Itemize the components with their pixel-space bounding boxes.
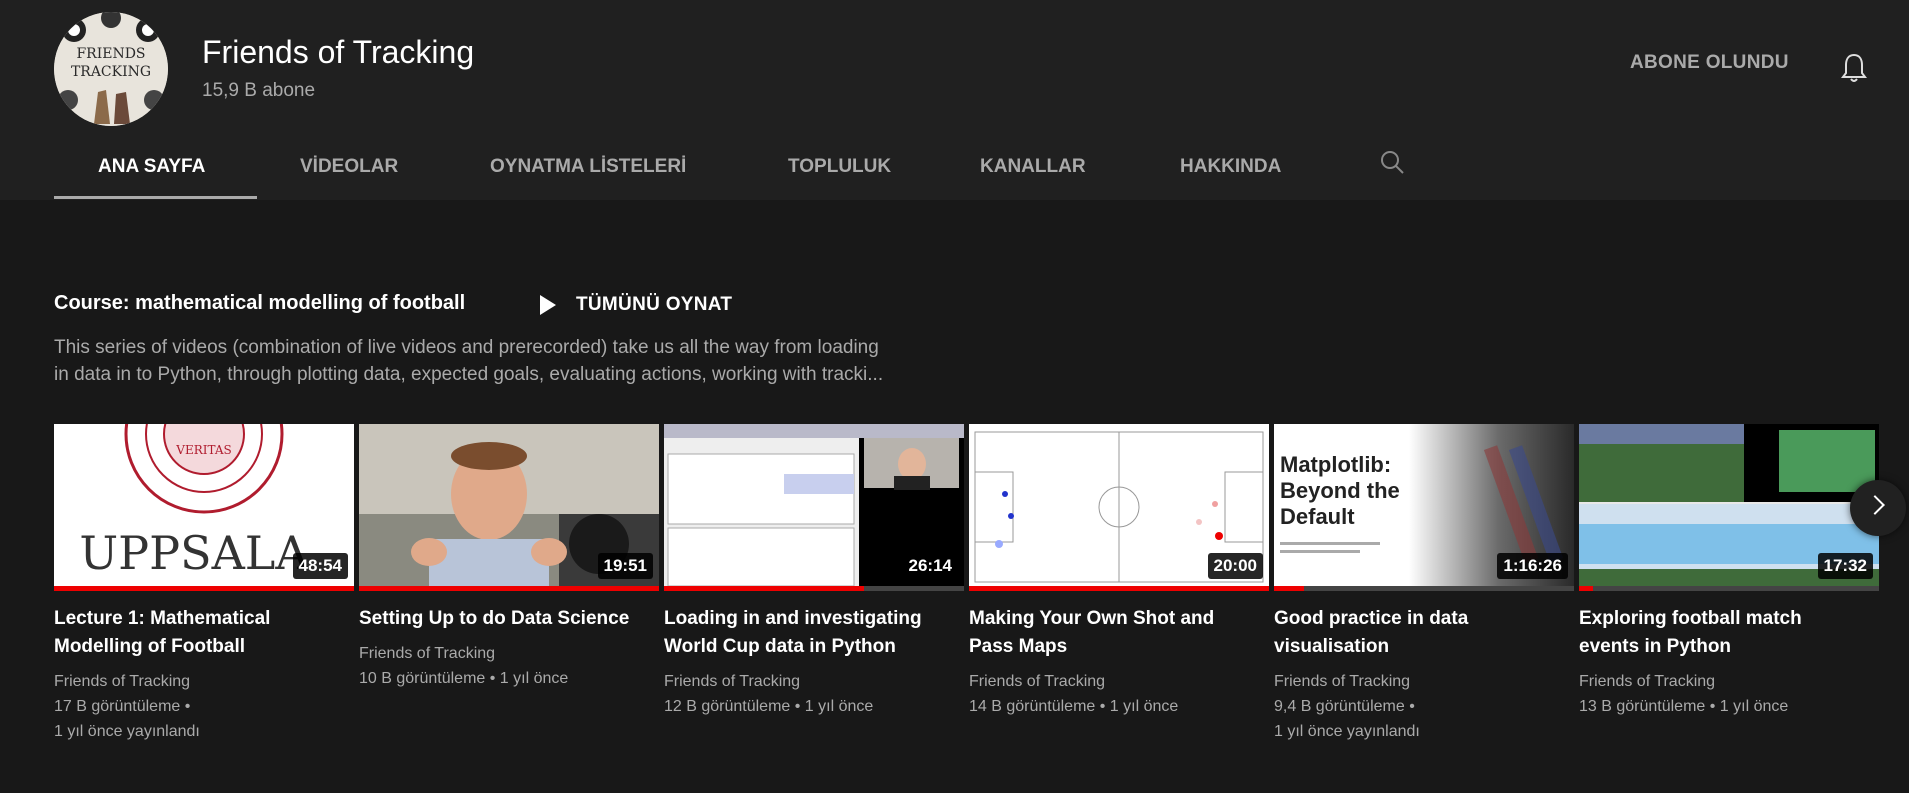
video-thumbnail[interactable]: 19:51 xyxy=(359,424,659,591)
video-title[interactable]: Making Your Own Shot and Pass Maps xyxy=(969,605,1269,661)
tab-channels[interactable]: KANALLAR xyxy=(980,156,1086,178)
channel-name: Friends of Tracking xyxy=(202,34,475,70)
svg-text:Beyond the: Beyond the xyxy=(1280,478,1400,503)
video-channel[interactable]: Friends of Tracking xyxy=(54,669,354,694)
video-duration: 19:51 xyxy=(597,553,653,579)
video-channel[interactable]: Friends of Tracking xyxy=(1579,669,1879,694)
video-meta: 13 B görüntüleme • 1 yıl önce xyxy=(1579,698,1789,715)
video-thumbnail[interactable]: VERITAS UPPSALA 48:54 xyxy=(54,424,354,591)
video-channel[interactable]: Friends of Tracking xyxy=(1274,669,1574,694)
video-thumbnail[interactable]: Matplotlib: Beyond the Default 1:16:26 xyxy=(1274,424,1574,591)
video-channel[interactable]: Friends of Tracking xyxy=(359,641,659,666)
video-meta: 9,4 B görüntüleme • xyxy=(1274,698,1415,715)
video-meta: 17 B görüntüleme • xyxy=(54,698,191,715)
video-card: 20:00 Making Your Own Shot and Pass Maps… xyxy=(969,424,1269,719)
tab-about[interactable]: HAKKINDA xyxy=(1180,156,1281,178)
tab-community[interactable]: TOPLULUK xyxy=(788,156,891,178)
video-duration: 17:32 xyxy=(1817,553,1873,579)
video-channel[interactable]: Friends of Tracking xyxy=(969,669,1269,694)
tab-videos[interactable]: VİDEOLAR xyxy=(300,156,398,178)
video-duration: 48:54 xyxy=(292,553,348,579)
video-title[interactable]: Good practice in data visualisation xyxy=(1274,605,1574,661)
svg-text:UPPSALA: UPPSALA xyxy=(79,526,309,580)
chevron-right-icon xyxy=(1865,495,1885,515)
video-meta: 14 B görüntüleme • 1 yıl önce xyxy=(969,698,1179,715)
video-title[interactable]: Setting Up to do Data Science xyxy=(359,605,659,633)
video-thumbnail[interactable]: 20:00 xyxy=(969,424,1269,591)
play-icon xyxy=(540,295,556,315)
channel-header: FRIENDS TRACKING Friends of Tracking 15,… xyxy=(0,0,1909,200)
svg-text:FRIENDS: FRIENDS xyxy=(76,46,145,62)
subscriber-count: 15,9 B abone xyxy=(202,80,316,101)
video-card: 17:32 Exploring football match events in… xyxy=(1579,424,1879,719)
bell-icon[interactable] xyxy=(1840,52,1868,84)
play-all-button[interactable]: TÜMÜNÜ OYNAT xyxy=(540,294,732,316)
video-title[interactable]: Exploring football match events in Pytho… xyxy=(1579,605,1879,661)
tab-playlists[interactable]: OYNATMA LİSTELERİ xyxy=(490,156,686,178)
channel-avatar[interactable]: FRIENDS TRACKING xyxy=(54,12,168,126)
video-thumbnail[interactable]: 26:14 xyxy=(664,424,964,591)
play-all-label: TÜMÜNÜ OYNAT xyxy=(576,294,733,315)
video-channel[interactable]: Friends of Tracking xyxy=(664,669,964,694)
video-meta: 12 B görüntüleme • 1 yıl önce xyxy=(664,698,874,715)
svg-text:TRACKING: TRACKING xyxy=(71,64,151,80)
tab-home[interactable]: ANA SAYFA xyxy=(98,156,205,178)
video-meta: 10 B görüntüleme • 1 yıl önce xyxy=(359,670,569,687)
video-duration: 20:00 xyxy=(1207,553,1263,579)
svg-text:Default: Default xyxy=(1280,504,1355,529)
video-meta: 1 yıl önce yayınlandı xyxy=(1274,723,1420,740)
svg-text:VERITAS: VERITAS xyxy=(175,443,231,457)
video-card: 26:14 Loading in and investigating World… xyxy=(664,424,964,719)
video-title[interactable]: Lecture 1: Mathematical Modelling of Foo… xyxy=(54,605,354,661)
video-card: VERITAS UPPSALA 48:54 Lecture 1: Mathema… xyxy=(54,424,354,744)
video-thumbnail[interactable]: 17:32 xyxy=(1579,424,1879,591)
svg-text:Matplotlib:: Matplotlib: xyxy=(1280,452,1391,477)
section-description: This series of videos (combination of li… xyxy=(54,337,884,385)
video-duration: 26:14 xyxy=(902,553,958,579)
section-title[interactable]: Course: mathematical modelling of footba… xyxy=(54,292,465,315)
search-icon[interactable] xyxy=(1378,148,1406,176)
subscribed-button[interactable]: ABONE OLUNDU xyxy=(1630,52,1789,74)
video-meta: 1 yıl önce yayınlandı xyxy=(54,723,200,740)
video-title[interactable]: Loading in and investigating World Cup d… xyxy=(664,605,964,661)
shelf-next-button[interactable] xyxy=(1850,480,1906,536)
active-tab-indicator xyxy=(54,196,257,199)
video-card: Matplotlib: Beyond the Default 1:16:26 G… xyxy=(1274,424,1574,744)
video-duration: 1:16:26 xyxy=(1497,553,1568,579)
video-card: 19:51 Setting Up to do Data Science Frie… xyxy=(359,424,659,691)
